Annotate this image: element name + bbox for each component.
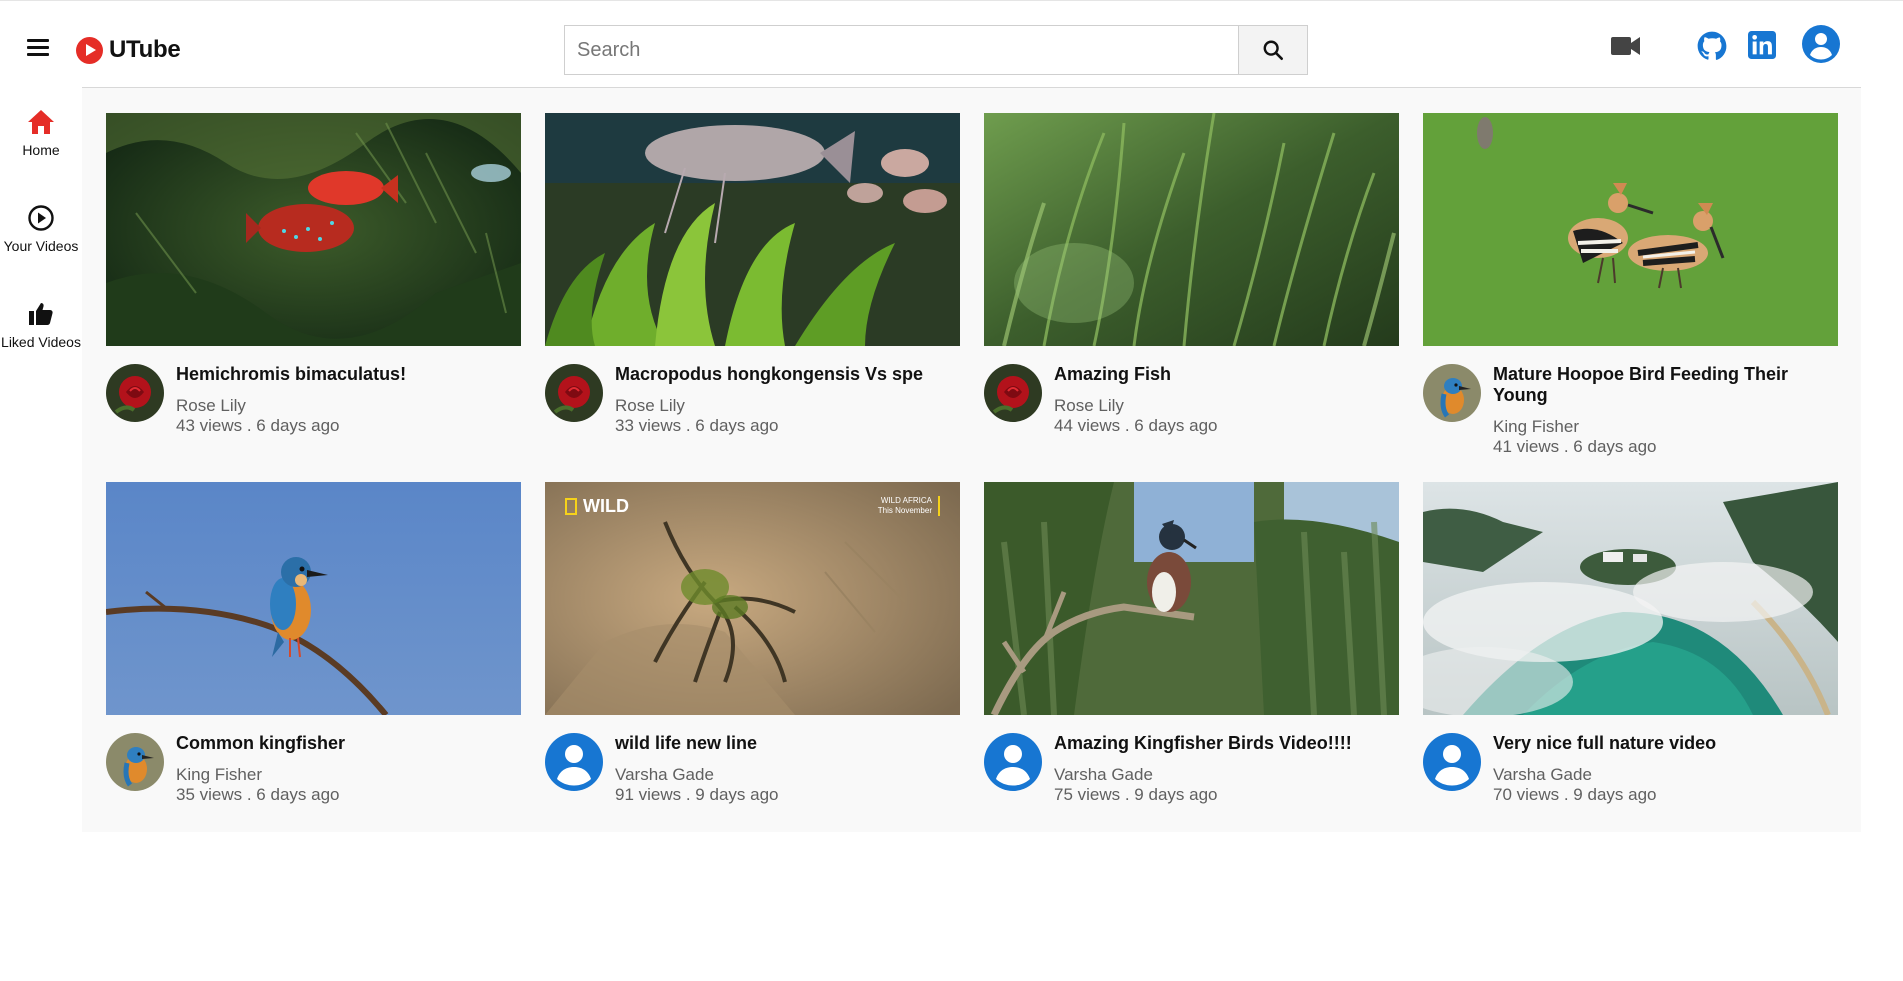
video-card[interactable]: Amazing Fish Rose Lily 44 views . 6 days… <box>984 113 1399 482</box>
video-thumbnail[interactable]: WILD WILD AFRICA This November <box>545 482 960 715</box>
video-thumbnail[interactable] <box>106 113 521 346</box>
top-bar: UTube <box>0 0 1903 88</box>
video-title[interactable]: Common kingfisher <box>176 733 345 754</box>
video-title[interactable]: Macropodus hongkongensis Vs spe <box>615 364 923 385</box>
video-stats: 43 views . 6 days ago <box>176 416 340 435</box>
video-stats: 33 views . 6 days ago <box>615 416 779 435</box>
search-input[interactable] <box>564 25 1238 75</box>
channel-name[interactable]: King Fisher <box>1493 417 1838 437</box>
video-title[interactable]: Mature Hoopoe Bird Feeding Their Young <box>1493 364 1838 406</box>
sidebar-item-label: Liked Videos <box>1 334 81 350</box>
video-grid: Hemichromis bimaculatus! Rose Lily 43 vi… <box>106 113 1838 851</box>
video-stats: 70 views . 9 days ago <box>1493 785 1657 804</box>
home-icon <box>28 110 54 134</box>
play-circle-icon <box>28 205 54 231</box>
video-stats: 41 views . 6 days ago <box>1493 437 1657 456</box>
corner-line: This November <box>877 506 932 515</box>
hamburger-menu-icon[interactable] <box>27 39 49 57</box>
video-feed: Hemichromis bimaculatus! Rose Lily 43 vi… <box>82 88 1861 832</box>
channel-avatar-rose[interactable] <box>545 364 603 422</box>
video-thumbnail[interactable] <box>545 113 960 346</box>
sidebar-item-label: Home <box>22 142 60 158</box>
video-thumbnail[interactable] <box>984 482 1399 715</box>
search-button[interactable] <box>1238 25 1308 75</box>
channel-avatar-kingfisher[interactable] <box>106 733 164 791</box>
video-card[interactable]: WILD WILD AFRICA This November wild life… <box>545 482 960 851</box>
video-card[interactable]: Mature Hoopoe Bird Feeding Their Young K… <box>1423 113 1838 482</box>
github-icon[interactable] <box>1697 31 1727 61</box>
video-card[interactable]: Hemichromis bimaculatus! Rose Lily 43 vi… <box>106 113 521 482</box>
channel-name[interactable]: Varsha Gade <box>1493 765 1716 785</box>
video-thumbnail[interactable] <box>1423 482 1838 715</box>
search-icon <box>1263 40 1283 60</box>
video-title[interactable]: Hemichromis bimaculatus! <box>176 364 406 385</box>
video-stats: 91 views . 9 days ago <box>615 785 779 804</box>
video-thumbnail[interactable] <box>984 113 1399 346</box>
sidebar-item-your-videos[interactable]: Your Videos <box>0 196 82 292</box>
video-card[interactable]: Very nice full nature video Varsha Gade … <box>1423 482 1838 851</box>
channel-avatar-user[interactable] <box>984 733 1042 791</box>
user-icon <box>996 745 1030 786</box>
channel-avatar-user[interactable] <box>1423 733 1481 791</box>
video-title[interactable]: Amazing Fish <box>1054 364 1217 385</box>
channel-avatar-kingfisher[interactable] <box>1423 364 1481 422</box>
channel-name[interactable]: Rose Lily <box>615 396 923 416</box>
video-title[interactable]: wild life new line <box>615 733 778 754</box>
video-title[interactable]: Amazing Kingfisher Birds Video!!!! <box>1054 733 1352 754</box>
channel-name[interactable]: Rose Lily <box>176 396 406 416</box>
logo[interactable]: UTube <box>76 36 181 64</box>
channel-avatar-rose[interactable] <box>106 364 164 422</box>
video-thumbnail[interactable] <box>1423 113 1838 346</box>
video-title[interactable]: Very nice full nature video <box>1493 733 1716 754</box>
sidebar-item-liked-videos[interactable]: Liked Videos <box>0 292 82 388</box>
wild-badge: WILD <box>565 496 629 517</box>
wild-corner-text: WILD AFRICA This November <box>878 496 940 516</box>
video-stats: 35 views . 6 days ago <box>176 785 340 804</box>
user-icon <box>557 745 591 786</box>
video-card[interactable]: Amazing Kingfisher Birds Video!!!! Varsh… <box>984 482 1399 851</box>
channel-avatar-user[interactable] <box>545 733 603 791</box>
account-icon[interactable] <box>1802 25 1840 63</box>
video-card[interactable]: Common kingfisher King Fisher 35 views .… <box>106 482 521 851</box>
nat-geo-logo-icon <box>565 498 577 515</box>
video-thumbnail[interactable] <box>106 482 521 715</box>
linkedin-icon[interactable] <box>1748 31 1776 59</box>
sidebar: Home Your Videos Liked Videos <box>0 100 82 388</box>
corner-line: WILD AFRICA <box>880 496 932 505</box>
app-name: UTube <box>109 36 181 63</box>
wild-badge-text: WILD <box>583 496 629 516</box>
video-card[interactable]: Macropodus hongkongensis Vs spe Rose Lil… <box>545 113 960 482</box>
channel-name[interactable]: Varsha Gade <box>615 765 778 785</box>
video-stats: 75 views . 9 days ago <box>1054 785 1218 804</box>
search-bar <box>564 25 1308 75</box>
video-camera-icon[interactable] <box>1610 34 1642 58</box>
channel-name[interactable]: Rose Lily <box>1054 396 1217 416</box>
video-stats: 44 views . 6 days ago <box>1054 416 1218 435</box>
thumbs-up-icon <box>29 303 53 325</box>
sidebar-item-home[interactable]: Home <box>0 100 82 196</box>
channel-avatar-rose[interactable] <box>984 364 1042 422</box>
play-logo-icon <box>76 36 103 64</box>
channel-name[interactable]: King Fisher <box>176 765 345 785</box>
sidebar-item-label: Your Videos <box>3 238 79 254</box>
channel-name[interactable]: Varsha Gade <box>1054 765 1352 785</box>
user-icon <box>1435 745 1469 786</box>
